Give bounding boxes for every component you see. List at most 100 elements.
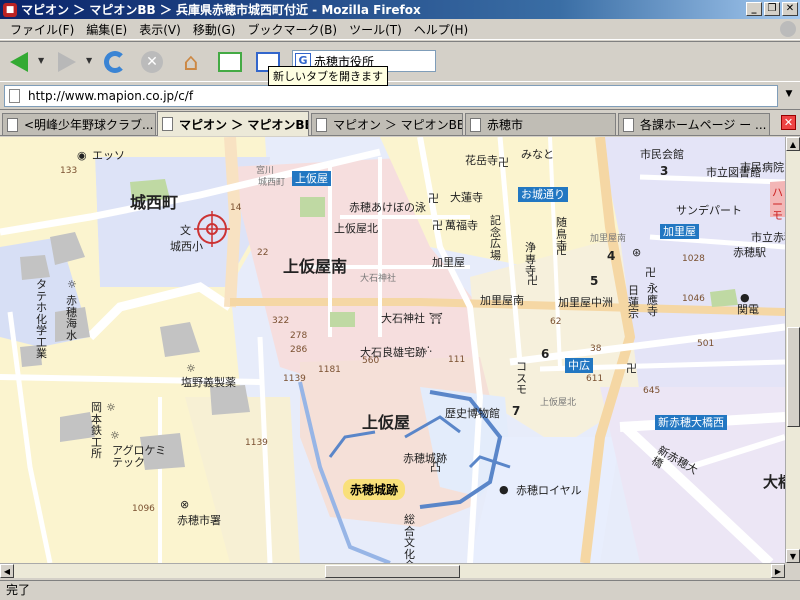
stop-button[interactable]: ✕	[137, 48, 167, 76]
tab-label: <明峰少年野球クラブ...	[24, 118, 154, 132]
poi-label: 大石神社	[381, 312, 425, 325]
poi-label: 赤穂ロイヤル	[516, 484, 582, 497]
menu-edit[interactable]: 編集(E)	[80, 21, 133, 38]
station-label: お城通り	[518, 187, 568, 202]
landmark-icon: ∴	[425, 343, 432, 356]
menu-view[interactable]: 表示(V)	[133, 21, 187, 38]
small-map-label: 上仮屋北	[540, 398, 577, 408]
title-bar: ■ マピオン ＞ マピオンBB ＞ 兵庫県赤穂市城西町付近 - Mozilla …	[0, 0, 800, 19]
menu-help[interactable]: ヘルプ(H)	[408, 21, 474, 38]
address-number: 1139	[283, 374, 306, 384]
poi-label: コスモ	[516, 360, 527, 397]
tab-label: 各課ホームページ ー ...	[640, 118, 767, 132]
small-map-label: 大石神社	[360, 274, 397, 284]
back-button[interactable]	[4, 48, 34, 76]
address-number: 322	[272, 316, 290, 326]
area-label: 加里屋南	[480, 294, 524, 307]
chome-number: 7	[512, 404, 521, 418]
poi-label: 花岳寺	[465, 154, 498, 167]
throbber-icon	[780, 21, 796, 37]
address-number: 62	[550, 317, 562, 327]
temple-icon: 卍	[432, 219, 443, 232]
window-title: マピオン ＞ マピオンBB ＞ 兵庫県赤穂市城西町付近 - Mozilla Fi…	[21, 3, 421, 17]
back-arrow-icon	[10, 52, 28, 72]
minimize-button[interactable]: _	[746, 2, 762, 16]
tab-department-pages[interactable]: 各課ホームページ ー ...	[618, 113, 770, 135]
back-dropdown-icon[interactable]: ▼	[38, 56, 44, 65]
menu-tools[interactable]: ツール(T)	[343, 21, 408, 38]
address-number: 1046	[682, 294, 705, 304]
url-dropdown-icon[interactable]: ▼	[782, 89, 796, 103]
tab-label: 赤穂市	[487, 118, 524, 132]
scroll-up-icon[interactable]: ▲	[786, 137, 800, 151]
address-number: 133	[60, 166, 78, 176]
poi-label: 赤穂海水	[66, 294, 77, 342]
poi-label: ハーモ	[772, 186, 783, 223]
poi-label: 記念広場	[490, 214, 501, 262]
url-value: http://www.mapion.co.jp/c/f	[28, 89, 194, 103]
station-label: 新赤穂大橋西	[655, 415, 727, 430]
poi-label: アグロケミテック	[112, 444, 167, 470]
temple-icon: 卍	[527, 274, 538, 287]
status-text: 完了	[6, 583, 31, 597]
poi-label: 関電	[737, 303, 759, 316]
building-icon: ●	[740, 291, 750, 304]
horizontal-scroll-thumb[interactable]	[325, 565, 460, 578]
url-toolbar: http://www.mapion.co.jp/c/f ▼	[0, 83, 800, 110]
scroll-down-icon[interactable]: ▼	[786, 549, 800, 563]
address-number: 38	[590, 344, 602, 354]
factory-icon: ☼	[67, 278, 77, 291]
temple-icon: 卍	[556, 244, 567, 257]
status-bar: 完了	[0, 580, 800, 600]
address-number: 14	[230, 203, 242, 213]
vertical-scroll-thumb[interactable]	[787, 327, 800, 427]
page-icon	[7, 117, 18, 132]
page-icon	[470, 117, 481, 132]
poi-label: 城西小	[170, 240, 203, 253]
poi-label: エッソ	[92, 149, 125, 162]
chome-number: 5	[590, 274, 599, 288]
page-icon	[316, 117, 327, 132]
district-label: 上仮屋	[362, 413, 411, 432]
menu-bookmarks[interactable]: ブックマーク(B)	[241, 21, 343, 38]
forward-arrow-icon	[58, 52, 76, 72]
address-number: 1139	[245, 438, 268, 448]
poi-label: 浄専寺	[525, 241, 536, 278]
poi-label: 歴史博物館	[445, 407, 500, 420]
poi-label: 日蓮宗	[628, 284, 639, 321]
home-button[interactable]: ⌂	[176, 48, 206, 76]
tab-mapion[interactable]: マピオン ＞ マピオンBB ...	[311, 113, 463, 135]
temple-icon: 卍	[626, 362, 637, 375]
map-view[interactable]: 城西町 上仮屋南 上仮屋 大橋 上仮屋北 加里屋南 加里屋中洲 赤穂あけぼの泳 …	[0, 137, 785, 563]
tab-mapion-active[interactable]: マピオン ＞ マピオンBB...	[157, 111, 309, 136]
horizontal-scrollbar[interactable]: ◀ ▶	[0, 563, 785, 578]
new-tab-icon	[218, 52, 242, 72]
tab-meiho[interactable]: <明峰少年野球クラブ...	[2, 113, 156, 135]
chome-number: 6	[541, 347, 550, 361]
poi-label: 塩野義製薬	[181, 376, 236, 389]
poi-label: 永應寺	[647, 282, 658, 319]
forward-dropdown-icon[interactable]: ▼	[86, 56, 92, 65]
close-tab-icon[interactable]: ✕	[781, 115, 796, 130]
new-tab-button[interactable]	[215, 48, 245, 76]
address-number: 645	[643, 386, 661, 396]
vertical-scrollbar[interactable]: ▲ ▼	[785, 137, 800, 563]
forward-button[interactable]	[52, 48, 82, 76]
chome-number: 3	[660, 164, 669, 178]
poi-label: 加里屋	[432, 256, 465, 269]
poi-label: 赤穂駅	[733, 246, 766, 259]
tab-ako-city[interactable]: 赤穂市	[465, 113, 616, 135]
maximize-button[interactable]: ❐	[764, 2, 780, 16]
menu-file[interactable]: ファイル(F)	[4, 21, 80, 38]
close-window-button[interactable]: ✕	[782, 2, 798, 16]
station-label: 加里屋	[660, 224, 699, 239]
castle-label: 赤穂城跡	[343, 479, 406, 500]
reload-button[interactable]	[100, 48, 130, 76]
menu-go[interactable]: 移動(G)	[187, 21, 242, 38]
district-label: 上仮屋南	[283, 257, 348, 276]
url-input[interactable]: http://www.mapion.co.jp/c/f	[4, 85, 778, 107]
scroll-right-icon[interactable]: ▶	[771, 564, 785, 578]
poi-label: 赤穂市署	[177, 514, 221, 527]
scroll-left-icon[interactable]: ◀	[0, 564, 14, 578]
chome-number: 4	[607, 249, 616, 263]
